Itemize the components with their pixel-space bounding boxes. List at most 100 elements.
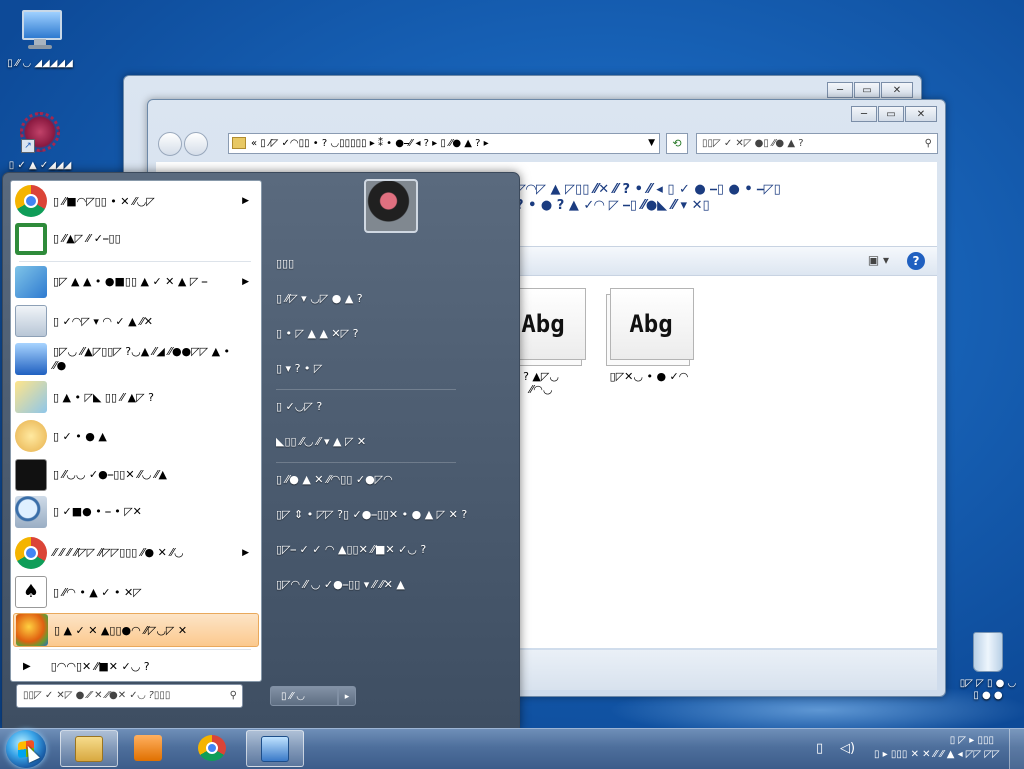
start-item-magnifier[interactable]: ▯ ✓■● • ⎯ • ◸✕ bbox=[13, 495, 259, 529]
start-item-label: ▯ ✓■● • ⎯ • ◸✕ bbox=[53, 505, 142, 518]
taskbar-button-remote-desktop[interactable] bbox=[246, 730, 304, 767]
start-place-item[interactable]: ◣▯▯ ⁄⁄◡ ⁄⁄ ▾ ▲ ◸ ✕ bbox=[276, 429, 466, 455]
info-line-1: ◸◠◸ ▲ ◸▯▯ ⁄⁄✕ ⁄⁄ ? • ⁄⁄ ◂ ▯ ✓ ● ⎯▯ ● • ⎯… bbox=[516, 182, 781, 197]
start-item-task-manager[interactable]: ▯ ⁄⁄▲◸ ⁄⁄ ✓⎯▯▯ bbox=[13, 222, 259, 256]
start-item-label: ▯ ⁄⁄◠ • ▲ ✓ • ✕◸ bbox=[53, 585, 142, 599]
search-icon[interactable]: ⚲ bbox=[925, 134, 932, 153]
all-programs-button[interactable]: ▶ ▯◠◠▯✕ ⁄⁄■✕ ✓◡ ? bbox=[13, 651, 259, 681]
start-menu-programs: ▯ ⁄⁄■◠◸▯▯ • ✕ ⁄⁄◡◸ ▶ ▯ ⁄⁄▲◸ ⁄⁄ ✓⎯▯▯ ▯◸ ▲… bbox=[10, 180, 262, 682]
search-input[interactable]: ▯▯◸ ✓ ✕◸ ●▯ ⁄⁄● ▲ ? ⚲ bbox=[696, 133, 938, 154]
network-icon[interactable]: ▯ bbox=[816, 741, 823, 756]
start-place-item[interactable]: ▯▯▯ bbox=[276, 251, 466, 277]
view-options-button[interactable]: ▣ ▾ bbox=[868, 253, 889, 267]
start-item-solitaire[interactable]: ♠ ▯ ⁄⁄◠ • ▲ ✓ • ✕◸ bbox=[13, 575, 259, 609]
recycle-bin-label: ▯◸ ◸ ▯ ● ◡ bbox=[959, 678, 1017, 689]
shutdown-options-button[interactable]: ▸ bbox=[338, 686, 356, 706]
maximize-button[interactable]: ▭ bbox=[854, 82, 880, 98]
font-file[interactable]: Abg ▯◸✕◡ • ● ✓◠ bbox=[594, 288, 704, 383]
volume-icon[interactable]: ◁) bbox=[840, 741, 855, 756]
desktop-icon-computer[interactable]: ▯ ⁄⁄ ◡ ◢◢◢◢◢ bbox=[0, 8, 80, 70]
refresh-button[interactable]: ⟲ bbox=[666, 133, 688, 154]
taskbar-button-chrome[interactable] bbox=[184, 730, 242, 767]
start-item-command-prompt[interactable]: ▯ ⁄⁄◡◡ ✓●⎯▯▯✕ ⁄⁄◡ ⁄⁄▲ bbox=[13, 458, 259, 492]
system-tray: ▯ ◁) ▯ ◸ ▸ ▯▯▯ ▯ ▸ ▯▯▯ ✕ ✕ ⁄⁄ ⁄⁄ ▲ ◂ ◸◸ … bbox=[804, 729, 1024, 769]
start-place-item[interactable]: ▯ ⁄⁄● ▲ ✕ ⁄⁄◠▯▯ ✓●◸◠ bbox=[276, 467, 466, 493]
taskbar-button-explorer[interactable] bbox=[60, 730, 118, 767]
paint-icon bbox=[15, 420, 47, 452]
start-place-item[interactable]: ▯ ▾ ? • ◸ bbox=[276, 356, 466, 382]
start-item-label: ▯ ▲ ✓ ✕ ▲▯▯●◠ ⁄⁄◸◡◸ ✕ bbox=[54, 623, 188, 637]
desktop: ▯ ⁄⁄ ◡ ◢◢◢◢◢ ↗ ▯ ✓ ▲ ✓◢◢◢ ─ ▭ ✕ ─ ▭ ✕ « … bbox=[0, 0, 1024, 728]
web-archive-icon: ↗ bbox=[20, 112, 60, 153]
clock-date: ▯ ▸ ▯▯▯ ✕ ✕ ⁄⁄ ⁄⁄ ▲ ◂ ◸◸ ◸◸ bbox=[874, 749, 1000, 760]
user-picture-avatar[interactable] bbox=[364, 179, 418, 233]
search-placeholder: ▯▯◸ ✓ ✕◸ ●▯ ⁄⁄● ▲ ? bbox=[702, 138, 804, 149]
start-item-label: ▯ ▲ • ◸◣ ▯▯ ⁄⁄ ▲◸ ? bbox=[53, 390, 154, 404]
chevron-right-icon[interactable]: ▶ bbox=[242, 196, 249, 206]
divider bbox=[19, 261, 251, 262]
remote-desktop-icon bbox=[15, 343, 47, 375]
taskbar: ▯ ◁) ▯ ◸ ▸ ▯▯▯ ▯ ▸ ▯▯▯ ✕ ✕ ⁄⁄ ⁄⁄ ▲ ◂ ◸◸ … bbox=[0, 728, 1024, 769]
command-prompt-icon bbox=[15, 459, 47, 491]
close-button[interactable]: ✕ bbox=[881, 82, 913, 98]
magnifier-icon bbox=[15, 496, 47, 528]
address-bar[interactable]: « ▯ ⁄◸ ✓◠▯▯ • ? ◡▯▯▯▯▯ ▸ ⁑ • ●⎯⁄⁄ ◂ ? ▸ … bbox=[228, 133, 660, 154]
start-place-item[interactable]: ▯◸◠ ⁄⁄ ◡ ✓●⎯▯▯ ▾ ⁄⁄ ⁄⁄✕ ▲ bbox=[276, 572, 466, 598]
start-place-item[interactable]: ▯◸⎯ ✓ ✓ ◠ ▲▯▯✕ ⁄⁄■✕ ✓◡ ? bbox=[276, 537, 466, 563]
start-item-label: ▯◸◡ ⁄⁄▲◸▯▯◸ ?◡▲ ⁄⁄◢ ⁄⁄●●◸◸ ▲ • ⁄⁄● bbox=[53, 345, 231, 372]
all-programs-label: ▯◠◠▯✕ ⁄⁄■✕ ✓◡ ? bbox=[50, 659, 150, 673]
chevron-right-icon[interactable]: ▶ bbox=[242, 277, 249, 287]
recycle-bin-label: ▯ ● ● bbox=[973, 690, 1003, 701]
info-line-2: ? • ● ? ▲ ✓◠ ◸ ⎯▯ ⁄⁄●◣ ⁄⁄ ▾ ✕▯ bbox=[516, 198, 710, 213]
solitaire-icon: ♠ bbox=[15, 576, 47, 608]
start-item-control-panel[interactable]: ▯◸ ▲ ▲ • ●■▯▯ ▲ ✓ ✕ ▲ ◸ ⎯ ▶ bbox=[13, 265, 259, 299]
start-search-input[interactable]: ▯▯◸ ✓ ✕◸ ● ⁄⁄ ✕ ⁄⁄●✕ ✓◡ ?▯▯▯ ⚲ bbox=[16, 684, 243, 708]
start-item-label: ▯ ✓◠◸ ▾ ◠ ✓ ▲ ⁄⁄✕ bbox=[53, 314, 153, 328]
back-button[interactable] bbox=[158, 132, 182, 156]
start-item-calculator[interactable]: ▯ ✓◠◸ ▾ ◠ ✓ ▲ ⁄⁄✕ bbox=[13, 304, 259, 338]
start-item-chrome[interactable]: ▯ ⁄⁄■◠◸▯▯ • ✕ ⁄⁄◡◸ ▶ bbox=[13, 184, 259, 218]
divider bbox=[19, 649, 251, 650]
task-manager-icon bbox=[15, 223, 47, 255]
minimize-button[interactable]: ─ bbox=[827, 82, 853, 98]
navigation-bar: « ▯ ⁄◸ ✓◠▯▯ • ? ◡▯▯▯▯▯ ▸ ⁑ • ●⎯⁄⁄ ◂ ? ▸ … bbox=[156, 130, 938, 156]
start-item-snipping-tool[interactable]: ▯ ▲ • ◸◣ ▯▯ ⁄⁄ ▲◸ ? bbox=[13, 380, 259, 414]
start-place-item[interactable]: ▯◸ ⇕ • ◸◸ ?▯ ✓●⎯▯▯✕ • ● ▲ ◸ ✕ ? bbox=[276, 502, 467, 528]
start-item-label: ⁄⁄ ⁄⁄ ⁄⁄ ⁄⁄◸◸ ⁄⁄◸◸▯▯▯ ⁄⁄● ✕ ⁄⁄◡ bbox=[53, 546, 184, 559]
divider bbox=[276, 389, 456, 390]
show-desktop-button[interactable] bbox=[1009, 729, 1024, 769]
desktop-icon-recycle-bin[interactable]: ▯◸ ◸ ▯ ● ◡ ▯ ● ● bbox=[952, 632, 1024, 702]
start-item-paint[interactable]: ▯ ✓ • ● ▲ bbox=[13, 419, 259, 453]
maximize-button[interactable]: ▭ bbox=[878, 106, 904, 122]
chevron-right-icon[interactable]: ▶ bbox=[242, 548, 249, 558]
shortcut-arrow-icon: ↗ bbox=[21, 139, 35, 153]
divider bbox=[276, 462, 456, 463]
recycle-bin-icon bbox=[973, 632, 1003, 672]
address-path: « ▯ ⁄◸ ✓◠▯▯ • ? ◡▯▯▯▯▯ ▸ ⁑ • ●⎯⁄⁄ ◂ ? ▸ … bbox=[251, 138, 489, 149]
start-item-chrome-user[interactable]: ⁄⁄ ⁄⁄ ⁄⁄ ⁄⁄◸◸ ⁄⁄◸◸▯▯▯ ⁄⁄● ✕ ⁄⁄◡ ▶ bbox=[13, 533, 259, 573]
start-item-label: ▯ ⁄⁄▲◸ ⁄⁄ ✓⎯▯▯ bbox=[53, 232, 121, 245]
chevron-down-icon[interactable]: ▼ bbox=[648, 134, 655, 153]
start-search-placeholder: ▯▯◸ ✓ ✕◸ ● ⁄⁄ ✕ ⁄⁄●✕ ✓◡ ?▯▯▯ bbox=[23, 690, 171, 701]
getting-started-icon bbox=[16, 614, 48, 646]
start-place-item[interactable]: ▯ • ◸ ▲ ▲ ✕◸ ? bbox=[276, 321, 466, 347]
shutdown-button[interactable]: ▯ ⁄⁄ ◡ bbox=[270, 686, 338, 706]
minimize-button[interactable]: ─ bbox=[851, 106, 877, 122]
remote-desktop-icon bbox=[261, 736, 289, 762]
start-place-item[interactable]: ▯ ✓◡◸ ? bbox=[276, 394, 466, 420]
start-item-label: ▯ ✓ • ● ▲ bbox=[53, 429, 107, 443]
search-icon[interactable]: ⚲ bbox=[230, 685, 237, 707]
start-menu-places: ▯▯▯ ▯ ⁄⁄◸ ▾ ◡◸ ● ▲ ? ▯ • ◸ ▲ ▲ ✕◸ ? ▯ ▾ … bbox=[268, 173, 518, 728]
close-button[interactable]: ✕ bbox=[905, 106, 937, 122]
chrome-user-icon bbox=[15, 537, 47, 569]
start-item-label: ▯ ⁄⁄■◠◸▯▯ • ✕ ⁄⁄◡◸ bbox=[53, 194, 155, 208]
help-button[interactable]: ? bbox=[907, 252, 925, 270]
taskbar-button-media-player[interactable] bbox=[120, 730, 178, 767]
clock[interactable]: ▯ ◸ ▸ ▯▯▯ ▯ ▸ ▯▯▯ ✕ ✕ ⁄⁄ ⁄⁄ ▲ ◂ ◸◸ ◸◸ bbox=[874, 734, 1000, 762]
forward-button[interactable] bbox=[184, 132, 208, 156]
desktop-icon-web[interactable]: ↗ ▯ ✓ ▲ ✓◢◢◢ bbox=[0, 112, 80, 172]
start-place-item[interactable]: ▯ ⁄⁄◸ ▾ ◡◸ ● ▲ ? bbox=[276, 286, 466, 312]
windows-explorer-icon bbox=[75, 736, 103, 762]
start-item-remote-desktop[interactable]: ▯◸◡ ⁄⁄▲◸▯▯◸ ?◡▲ ⁄⁄◢ ⁄⁄●●◸◸ ▲ • ⁄⁄● bbox=[13, 339, 259, 379]
start-item-getting-started[interactable]: ▯ ▲ ✓ ✕ ▲▯▯●◠ ⁄⁄◸◡◸ ✕ bbox=[13, 613, 259, 647]
